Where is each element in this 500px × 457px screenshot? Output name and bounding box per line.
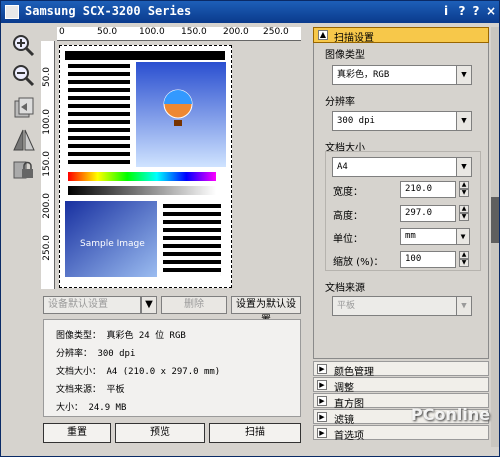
chevron-down-icon[interactable]: ▼: [456, 296, 472, 316]
doc-source-select[interactable]: 平板 ▼: [332, 296, 472, 316]
scanner-window: Samsung SCX-3200 Series i ? ? × 0 50.0 1…: [0, 0, 500, 457]
info-image-type: 图像类型： 真彩色 24 位 RGB: [56, 331, 186, 341]
unit-label: 单位：: [333, 234, 363, 245]
height-label: 高度：: [333, 211, 363, 222]
info-resolution: 分辨率： 300 dpi: [56, 349, 136, 359]
scale-input[interactable]: 100: [400, 251, 456, 268]
preset-select[interactable]: 设备默认设置: [43, 296, 141, 314]
section-preferences[interactable]: ▶ 首选项: [313, 425, 489, 442]
width-input[interactable]: 210.0: [400, 181, 456, 198]
collapse-icon: ▲: [318, 30, 328, 40]
info-doc-source: 文档来源： 平板: [56, 385, 125, 395]
preview-button[interactable]: 预览: [115, 423, 205, 443]
ruler-tick: 250.0: [42, 235, 52, 261]
reset-button[interactable]: 重置: [43, 423, 111, 443]
ruler-tick: 100.0: [42, 109, 52, 135]
expand-icon: ▶: [317, 396, 327, 406]
scan-button[interactable]: 扫描: [209, 423, 301, 443]
chevron-down-icon[interactable]: ▼: [456, 65, 472, 85]
zoom-in-icon[interactable]: [11, 33, 37, 59]
scan-preview-area[interactable]: Sample Image: [59, 45, 232, 288]
ruler-tick: 200.0: [42, 193, 52, 219]
resolution-select[interactable]: 300 dpi ▼: [332, 111, 472, 131]
chevron-down-icon[interactable]: ▼: [456, 228, 470, 245]
ruler-tick: 50.0: [42, 67, 52, 88]
unit-select[interactable]: mm ▼: [400, 228, 470, 245]
ruler-tick: 150.0: [181, 27, 207, 37]
ruler-tick: 0: [59, 27, 65, 37]
title-bar: Samsung SCX-3200 Series i ? ? ×: [1, 1, 499, 23]
scan-lock-icon[interactable]: [11, 157, 37, 183]
expand-icon: ▶: [317, 364, 327, 374]
chevron-down-icon[interactable]: ▼: [141, 296, 157, 314]
top-ruler: 0 50.0 100.0 150.0 200.0 250.0: [57, 27, 301, 41]
image-type-label: 图像类型: [325, 50, 365, 61]
doc-size-select[interactable]: A4 ▼: [332, 157, 472, 177]
doc-source-label: 文档来源: [325, 283, 365, 294]
scale-label: 缩放 (%)：: [333, 257, 384, 268]
help-button-2[interactable]: ?: [469, 4, 483, 19]
scrollbar-thumb[interactable]: [491, 197, 499, 243]
left-ruler: 50.0 100.0 150.0 200.0 250.0: [41, 41, 55, 289]
ruler-tick: 50.0: [97, 27, 118, 37]
close-button[interactable]: ×: [484, 4, 498, 19]
section-color-management[interactable]: ▶ 颜色管理: [313, 361, 489, 378]
info-size: 大小： 24.9 MB: [56, 403, 127, 413]
scan-info-panel: 图像类型： 真彩色 24 位 RGB 分辨率： 300 dpi 文档大小： A4…: [43, 319, 301, 417]
ruler-tick: 150.0: [42, 151, 52, 177]
help-button[interactable]: ?: [455, 4, 469, 19]
ruler-tick: 100.0: [139, 27, 165, 37]
sample-image-text: Sample Image: [80, 239, 145, 249]
chevron-down-icon[interactable]: ▼: [456, 157, 472, 177]
height-input[interactable]: 297.0: [400, 205, 456, 222]
chevron-down-icon[interactable]: ▼: [456, 111, 472, 131]
scale-stepper[interactable]: ▲ ▼: [459, 251, 469, 268]
set-default-button[interactable]: 设置为默认设置: [231, 296, 301, 326]
window-title: Samsung SCX-3200 Series: [25, 4, 192, 18]
expand-icon: ▶: [317, 428, 327, 438]
delete-preset-button[interactable]: 删除: [161, 296, 227, 314]
preview-image: Sample Image: [65, 51, 226, 277]
watermark: PConline: [411, 405, 491, 424]
app-icon: [5, 5, 19, 19]
zoom-out-icon[interactable]: [11, 63, 37, 89]
image-type-select[interactable]: 真彩色，RGB ▼: [332, 65, 472, 85]
flip-icon[interactable]: [11, 127, 37, 153]
ruler-tick: 200.0: [223, 27, 249, 37]
height-stepper[interactable]: ▲ ▼: [459, 205, 469, 222]
rotate-icon[interactable]: [11, 95, 37, 121]
width-stepper[interactable]: ▲ ▼: [459, 181, 469, 198]
section-adjust[interactable]: ▶ 调整: [313, 377, 489, 394]
info-doc-size: 文档大小： A4 (210.0 x 297.0 mm): [56, 367, 221, 377]
ruler-tick: 250.0: [263, 27, 289, 37]
expand-icon: ▶: [317, 380, 327, 390]
resolution-label: 分辨率: [325, 97, 355, 108]
info-button[interactable]: i: [439, 4, 453, 19]
scan-settings-header[interactable]: ▲ 扫描设置: [313, 27, 489, 44]
width-label: 宽度：: [333, 187, 363, 198]
expand-icon: ▶: [317, 412, 327, 422]
